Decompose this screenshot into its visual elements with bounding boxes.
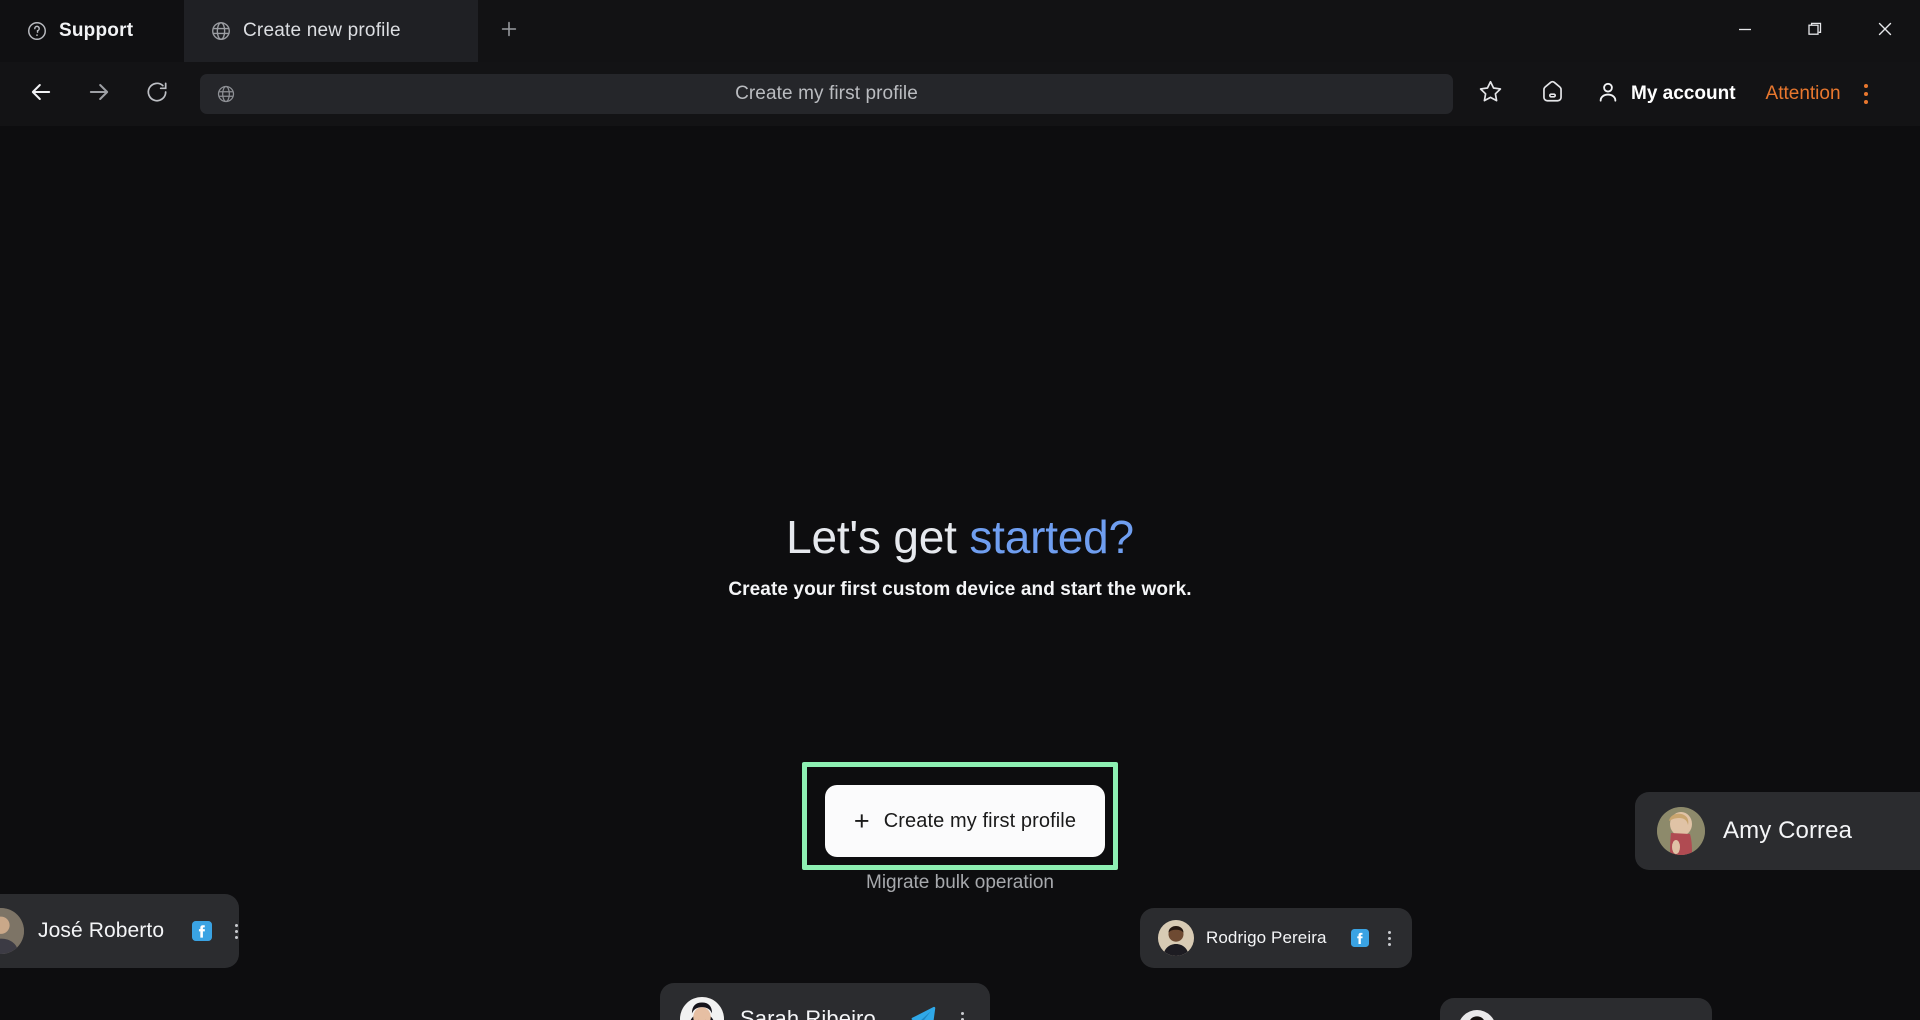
- facebook-icon[interactable]: [192, 921, 213, 941]
- tab-support-label: Support: [59, 20, 134, 41]
- page-title-part2: started?: [969, 511, 1134, 563]
- menu-dot: [1388, 942, 1392, 946]
- facebook-icon[interactable]: [1350, 929, 1369, 947]
- page-content: Let's get started? Create your first cus…: [0, 126, 1920, 1020]
- profile-name: Sarah Ribeiro: [740, 1006, 876, 1020]
- menu-dot: [234, 923, 238, 927]
- plus-icon: [498, 18, 520, 45]
- attention-label[interactable]: Attention: [1766, 83, 1841, 105]
- create-profile-focus-ring: + Create my first profile: [802, 762, 1118, 870]
- help-circle-icon: [26, 20, 48, 42]
- arrow-left-icon: [27, 78, 55, 111]
- avatar: [0, 908, 24, 954]
- page-title-part1: Let's get: [786, 511, 970, 563]
- avatar: [680, 997, 724, 1020]
- browser-toolbar: Create my first profile My account Atten…: [0, 62, 1920, 126]
- window-minimize-button[interactable]: [1710, 0, 1780, 62]
- profile-more-options-button[interactable]: [226, 914, 246, 948]
- browser-menu-button[interactable]: [1853, 74, 1879, 114]
- tab-support[interactable]: Support: [0, 0, 184, 62]
- home-icon: [1539, 78, 1566, 110]
- menu-dot: [1388, 936, 1392, 940]
- page-title: Let's get started?: [0, 512, 1920, 563]
- window-close-button[interactable]: [1850, 0, 1920, 62]
- migrate-bulk-operation-link[interactable]: Migrate bulk operation: [0, 872, 1920, 894]
- person-icon: [1595, 79, 1621, 110]
- create-my-first-profile-button[interactable]: + Create my first profile: [825, 785, 1105, 857]
- window-controls: [1710, 0, 1920, 62]
- globe-icon: [210, 20, 232, 42]
- menu-dot: [234, 935, 238, 939]
- minimize-icon: [1736, 20, 1754, 43]
- back-button[interactable]: [18, 71, 64, 117]
- tab-bar: Support Create new profile: [0, 0, 1920, 62]
- bookmark-button[interactable]: [1467, 71, 1513, 117]
- menu-dot: [234, 929, 238, 933]
- my-account-button[interactable]: My account: [1595, 79, 1736, 110]
- menu-dot: [1863, 92, 1868, 96]
- avatar: [1458, 1010, 1496, 1020]
- star-icon: [1477, 78, 1504, 110]
- menu-dot: [960, 1011, 964, 1015]
- profile-card-amy-correa[interactable]: Amy Correa: [1635, 792, 1920, 870]
- create-my-first-profile-label: Create my first profile: [883, 809, 1077, 832]
- menu-dot: [1863, 84, 1868, 88]
- menu-dot: [1388, 930, 1392, 934]
- address-bar[interactable]: Create my first profile: [200, 74, 1453, 114]
- profile-card-emerson-costa[interactable]: Emerson Costa: [1440, 998, 1712, 1020]
- new-tab-button[interactable]: [478, 0, 540, 62]
- profile-card-jose-roberto[interactable]: José Roberto: [0, 894, 239, 968]
- globe-icon: [216, 84, 236, 109]
- profile-name: José Roberto: [38, 919, 165, 942]
- profile-card-sarah-ribeiro[interactable]: Sarah Ribeiro: [660, 983, 990, 1020]
- home-button[interactable]: [1529, 71, 1575, 117]
- profile-card-rodrigo-pereira[interactable]: Rodrigo Pereira: [1140, 908, 1412, 968]
- close-icon: [1875, 19, 1895, 44]
- tab-create-new-profile[interactable]: Create new profile: [184, 0, 478, 62]
- arrow-right-icon: [85, 78, 113, 111]
- profile-more-options-button[interactable]: [1381, 923, 1399, 953]
- tab-create-new-profile-label: Create new profile: [243, 20, 401, 41]
- plus-icon: +: [853, 805, 870, 836]
- profile-name: Rodrigo Pereira: [1206, 928, 1327, 947]
- hero-section: Let's get started? Create your first cus…: [0, 126, 1920, 601]
- profile-name: Amy Correa: [1723, 817, 1853, 844]
- address-bar-text: Create my first profile: [735, 83, 918, 104]
- profile-more-options-button[interactable]: [952, 1002, 972, 1020]
- maximize-icon: [1806, 20, 1824, 43]
- my-account-label: My account: [1631, 83, 1736, 104]
- profile-more-options-button[interactable]: [1680, 1014, 1698, 1020]
- telegram-icon[interactable]: [910, 1006, 936, 1020]
- page-subtitle: Create your first custom device and star…: [728, 578, 1192, 600]
- reload-icon: [144, 79, 170, 110]
- reload-button[interactable]: [134, 71, 180, 117]
- forward-button[interactable]: [76, 71, 122, 117]
- avatar: [1657, 807, 1705, 855]
- menu-dot: [1863, 100, 1868, 104]
- window-maximize-button[interactable]: [1780, 0, 1850, 62]
- avatar: [1158, 920, 1194, 956]
